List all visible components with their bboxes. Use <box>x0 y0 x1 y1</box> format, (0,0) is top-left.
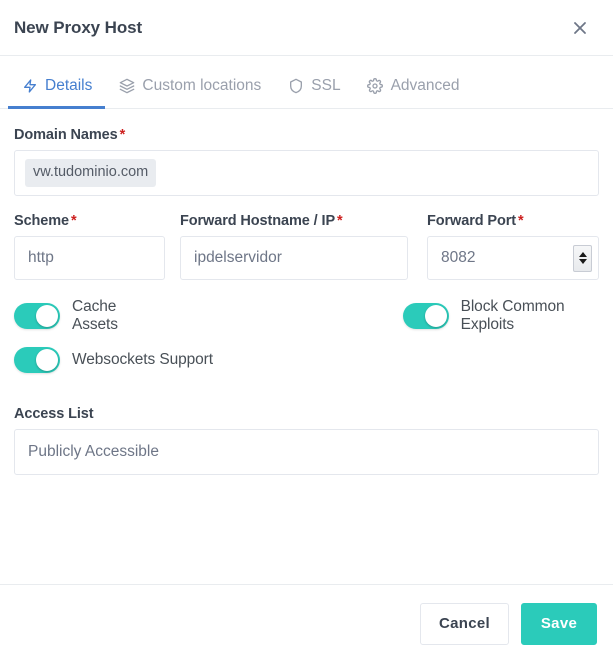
toggle-switch[interactable] <box>402 303 449 329</box>
field-forward-hostname: Forward Hostname / IP * ipdelservidor <box>180 213 408 280</box>
access-list-label: Access List <box>14 406 94 422</box>
field-forward-port: Forward Port * 8082 <box>427 213 599 280</box>
toggle-block-common-exploits[interactable]: Block Common Exploits <box>402 298 599 334</box>
dialog-body: Domain Names * vw.tudominio.com Scheme * h… <box>0 109 613 584</box>
forward-hostname-label: Forward Hostname / IP * <box>180 213 408 229</box>
forward-hostname-label-text: Forward Hostname / IP <box>180 213 336 229</box>
layers-icon <box>118 77 135 94</box>
forward-port-input[interactable]: 8082 <box>427 236 599 280</box>
toggle-switch[interactable] <box>14 303 60 329</box>
toggle-block-common-exploits-label: Block Common Exploits <box>460 298 565 333</box>
caret-up-icon[interactable] <box>578 252 587 257</box>
close-icon[interactable] <box>567 15 593 41</box>
tab-custom-locations-label: Custom locations <box>142 76 262 94</box>
required-marker: * <box>518 213 524 229</box>
field-domain-names: Domain Names * vw.tudominio.com <box>14 127 599 196</box>
forward-port-label: Forward Port * <box>427 213 599 229</box>
domain-names-label: Domain Names * <box>14 127 599 143</box>
forward-settings-row: Scheme * http Forward Hostname / IP * ipde… <box>14 213 599 280</box>
domain-names-label-text: Domain Names <box>14 127 118 143</box>
toggle-row-2: Websockets Support <box>14 338 599 382</box>
toggle-knob <box>36 305 58 327</box>
tab-advanced-label: Advanced <box>390 76 460 94</box>
page-title: New Proxy Host <box>14 17 143 37</box>
required-marker: * <box>71 213 77 229</box>
cancel-button[interactable]: Cancel <box>420 602 509 645</box>
new-proxy-host-dialog: New Proxy Host Details Custom locations … <box>0 0 613 662</box>
toggle-row-1: Cache Assets Block Common Exploits <box>14 294 599 338</box>
gear-icon <box>367 77 384 94</box>
domain-names-input[interactable]: vw.tudominio.com <box>14 150 599 196</box>
scheme-label-text: Scheme <box>14 213 70 229</box>
dialog-footer: Cancel Save <box>0 584 613 662</box>
tab-ssl[interactable]: SSL <box>274 77 353 109</box>
shield-icon <box>287 77 304 94</box>
bolt-icon <box>21 77 38 94</box>
toggle-websockets-support-label: Websockets Support <box>72 351 213 368</box>
save-button[interactable]: Save <box>521 602 597 645</box>
tab-bar: Details Custom locations SSL Advanced <box>0 56 613 109</box>
required-marker: * <box>337 213 343 229</box>
access-list-select[interactable]: Publicly Accessible <box>14 429 599 475</box>
field-access-list: Access List Publicly Accessible <box>14 406 599 475</box>
forward-port-label-text: Forward Port <box>427 213 517 229</box>
tab-custom-locations[interactable]: Custom locations <box>105 77 274 109</box>
tab-details-label: Details <box>45 76 93 94</box>
scheme-value: http <box>28 249 54 266</box>
forward-port-value: 8082 <box>441 249 476 266</box>
dialog-header: New Proxy Host <box>0 0 613 56</box>
scheme-select[interactable]: http <box>14 236 165 280</box>
toggle-websockets-support[interactable]: Websockets Support <box>14 347 213 373</box>
tab-advanced[interactable]: Advanced <box>354 77 473 109</box>
access-list-value: Publicly Accessible <box>28 443 159 460</box>
forward-hostname-value: ipdelservidor <box>194 249 282 266</box>
toggle-cache-assets[interactable]: Cache Assets <box>14 298 150 334</box>
toggle-switch[interactable] <box>14 347 60 373</box>
quantity-stepper[interactable] <box>573 244 592 272</box>
caret-down-icon[interactable] <box>578 259 587 264</box>
scheme-label: Scheme * <box>14 213 165 229</box>
domain-tag[interactable]: vw.tudominio.com <box>25 159 157 187</box>
forward-hostname-input[interactable]: ipdelservidor <box>180 236 408 280</box>
field-scheme: Scheme * http <box>14 213 165 280</box>
toggle-knob <box>424 305 447 327</box>
required-marker: * <box>119 127 126 143</box>
toggle-section: Cache Assets Block Common Exploits Webso… <box>14 294 599 382</box>
toggle-cache-assets-label: Cache Assets <box>72 298 118 333</box>
toggle-knob <box>36 349 58 371</box>
tab-details[interactable]: Details <box>8 76 106 109</box>
tab-ssl-label: SSL <box>311 76 341 94</box>
